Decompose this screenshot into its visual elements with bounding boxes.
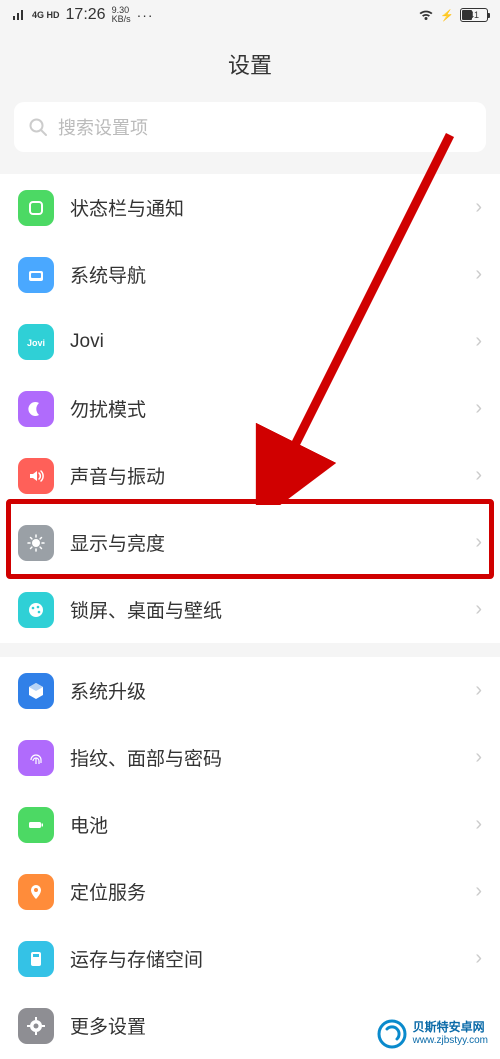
row-dnd[interactable]: 勿扰模式 › [0, 375, 500, 442]
row-display[interactable]: 显示与亮度 › [0, 509, 500, 576]
status-left: 4G HD 17:26 9.30KB/s ··· [12, 6, 154, 24]
row-biometrics[interactable]: 指纹、面部与密码 › [0, 724, 500, 791]
chevron-right-icon: › [475, 397, 482, 420]
wifi-icon [418, 9, 434, 21]
clock: 17:26 [66, 6, 106, 24]
row-label: 定位服务 [70, 878, 459, 905]
row-label: 指纹、面部与密码 [70, 744, 459, 771]
row-label: 显示与亮度 [70, 529, 459, 556]
row-label: Jovi [70, 331, 459, 353]
row-label: 状态栏与通知 [70, 194, 459, 221]
row-battery[interactable]: 电池 › [0, 791, 500, 858]
row-label: 声音与振动 [70, 462, 459, 489]
chevron-right-icon: › [475, 464, 482, 487]
chevron-right-icon: › [475, 813, 482, 836]
watermark-text: 贝斯特安卓网 www.zjbstyy.com [413, 1020, 488, 1048]
row-lockscreen[interactable]: 锁屏、桌面与壁纸 › [0, 576, 500, 643]
search-icon [28, 117, 48, 137]
gear-icon [18, 1008, 54, 1044]
signal-icon [12, 9, 26, 21]
chevron-right-icon: › [475, 196, 482, 219]
row-label: 系统升级 [70, 677, 459, 704]
chevron-right-icon: › [475, 947, 482, 970]
settings-group-1: 状态栏与通知 › 系统导航 › Jovi Jovi › 勿扰模式 › 声音与振动… [0, 174, 500, 643]
chevron-right-icon: › [475, 679, 482, 702]
storage-icon [18, 941, 54, 977]
row-label: 运存与存储空间 [70, 945, 459, 972]
nav-icon [18, 257, 54, 293]
row-storage[interactable]: 运存与存储空间 › [0, 925, 500, 992]
row-sound[interactable]: 声音与振动 › [0, 442, 500, 509]
net-speed: 9.30KB/s [112, 6, 131, 24]
location-icon [18, 874, 54, 910]
row-status-notification[interactable]: 状态栏与通知 › [0, 174, 500, 241]
network-type: 4G HD [32, 10, 60, 20]
charge-icon: ⚡ [440, 9, 454, 22]
battery-icon [18, 807, 54, 843]
row-location[interactable]: 定位服务 › [0, 858, 500, 925]
battery-icon: 41 [460, 8, 488, 22]
row-label: 勿扰模式 [70, 395, 459, 422]
row-system-nav[interactable]: 系统导航 › [0, 241, 500, 308]
page-title: 设置 [0, 48, 500, 80]
status-bar: 4G HD 17:26 9.30KB/s ··· ⚡ 41 [0, 0, 500, 30]
update-icon [18, 673, 54, 709]
chevron-right-icon: › [475, 330, 482, 353]
chevron-right-icon: › [475, 598, 482, 621]
svg-text:Jovi: Jovi [27, 338, 45, 348]
chevron-right-icon: › [475, 746, 482, 769]
chevron-right-icon: › [475, 880, 482, 903]
settings-group-2: 系统升级 › 指纹、面部与密码 › 电池 › 定位服务 › 运存与存储空间 › … [0, 657, 500, 1059]
moon-icon [18, 391, 54, 427]
more-dots-icon: ··· [137, 7, 154, 23]
status-icon [18, 190, 54, 226]
row-label: 系统导航 [70, 261, 459, 288]
chevron-right-icon: › [475, 263, 482, 286]
fingerprint-icon [18, 740, 54, 776]
page-header: 设置 [0, 30, 500, 102]
row-label: 电池 [70, 811, 459, 838]
chevron-right-icon: › [475, 531, 482, 554]
row-label: 锁屏、桌面与壁纸 [70, 596, 459, 623]
search-input[interactable]: 搜索设置项 [14, 102, 486, 152]
row-update[interactable]: 系统升级 › [0, 657, 500, 724]
sound-icon [18, 458, 54, 494]
jovi-icon: Jovi [18, 324, 54, 360]
row-jovi[interactable]: Jovi Jovi › [0, 308, 500, 375]
status-right: ⚡ 41 [418, 8, 488, 22]
watermark-logo-icon [377, 1019, 407, 1049]
brightness-icon [18, 525, 54, 561]
watermark: 贝斯特安卓网 www.zjbstyy.com [371, 1017, 494, 1051]
search-placeholder: 搜索设置项 [58, 114, 148, 140]
search-container: 搜索设置项 [0, 102, 500, 160]
palette-icon [18, 592, 54, 628]
